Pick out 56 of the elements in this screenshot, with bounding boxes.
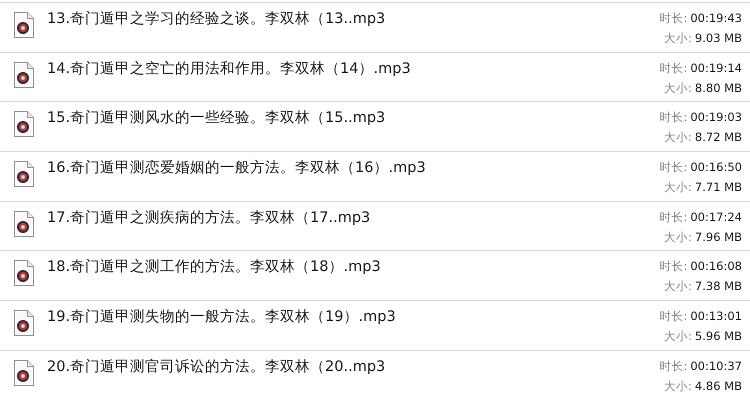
- file-row[interactable]: 15.奇门遁甲测风水的一些经验。李双林（15..mp3 时长: 00:19:03 大小: 8.72 MB: [0, 101, 750, 152]
- size-value: 9.03 MB: [694, 31, 742, 45]
- file-name: 17.奇门遁甲之测疾病的方法。李双林（17..mp3: [47, 208, 370, 228]
- file-name: 20.奇门遁甲测官司诉讼的方法。李双林（20..mp3: [47, 358, 386, 377]
- duration-label: 时长:: [659, 11, 688, 25]
- duration-value: 00:19:43: [690, 11, 742, 25]
- file-name: 18.奇门遁甲之测工作的方法。李双林（18）.mp3: [47, 258, 381, 278]
- size-label: 大小:: [664, 279, 692, 294]
- audio-file-icon: [13, 160, 35, 188]
- size-label: 大小:: [664, 230, 692, 244]
- file-row[interactable]: 20.奇门遁甲测官司诉讼的方法。李双林（20..mp3 时长: 00:10:37 大小: 4.86 MB: [0, 350, 750, 400]
- file-row[interactable]: 16.奇门遁甲测恋爱婚姻的一般方法。李双林（16）.mp3 时长: 00:16:50 大小: 7.71 MB: [0, 151, 750, 201]
- audio-file-icon: [13, 11, 35, 39]
- audio-file-icon: [13, 358, 35, 387]
- duration-value: 00:17:24: [690, 210, 742, 224]
- size-value: 7.38 MB: [694, 279, 742, 294]
- file-row[interactable]: 17.奇门遁甲之测疾病的方法。李双林（17..mp3 时长: 00:17:24 大小: 7.96 MB: [0, 200, 750, 250]
- file-name: 16.奇门遁甲测恋爱婚姻的一般方法。李双林（16）.mp3: [47, 158, 426, 178]
- file-name: 14.奇门遁甲之空亡的用法和作用。李双林（14）.mp3: [47, 60, 411, 79]
- file-row[interactable]: 18.奇门遁甲之测工作的方法。李双林（18）.mp3 时长: 00:16:08 大小: 7.38 MB: [0, 250, 750, 300]
- file-row[interactable]: 19.奇门遁甲测失物的一般方法。李双林（19）.mp3 时长: 00:13:01 大小: 5.96 MB: [0, 300, 750, 350]
- size-value: 4.86 MB: [694, 378, 742, 393]
- duration-label: 时长:: [659, 358, 688, 373]
- audio-file-icon: [13, 110, 35, 138]
- size-label: 大小:: [664, 31, 692, 45]
- duration-label: 时长:: [659, 110, 688, 124]
- file-row[interactable]: 13.奇门遁甲之学习的经验之谈。李双林（13..mp3 时长: 00:19:43 大小: 9.03 MB: [0, 2, 750, 52]
- duration-value: 00:19:03: [690, 110, 742, 124]
- size-value: 5.96 MB: [694, 329, 742, 344]
- size-value: 7.71 MB: [694, 180, 742, 194]
- size-value: 8.72 MB: [694, 130, 742, 144]
- audio-file-icon: [13, 210, 35, 238]
- audio-file-icon: [13, 259, 35, 288]
- duration-value: 00:13:01: [690, 309, 742, 324]
- file-name: 13.奇门遁甲之学习的经验之谈。李双林（13..mp3: [47, 10, 386, 29]
- duration-label: 时长:: [659, 60, 688, 75]
- size-value: 7.96 MB: [694, 230, 742, 244]
- size-label: 大小:: [664, 180, 692, 194]
- duration-label: 时长:: [659, 309, 688, 324]
- size-label: 大小:: [664, 130, 692, 144]
- file-name: 15.奇门遁甲测风水的一些经验。李双林（15..mp3: [47, 108, 386, 128]
- size-label: 大小:: [664, 80, 692, 95]
- duration-label: 时长:: [659, 210, 688, 224]
- audio-file-icon: [13, 60, 35, 89]
- duration-value: 00:16:08: [690, 259, 742, 274]
- duration-label: 时长:: [659, 259, 688, 274]
- duration-value: 00:16:50: [690, 160, 742, 174]
- size-value: 8.80 MB: [694, 80, 742, 95]
- size-label: 大小:: [664, 329, 692, 344]
- duration-value: 00:19:14: [690, 60, 742, 75]
- duration-label: 时长:: [659, 160, 688, 174]
- file-row[interactable]: 14.奇门遁甲之空亡的用法和作用。李双林（14）.mp3 时长: 00:19:14 大小: 8.80 MB: [0, 52, 750, 102]
- audio-file-icon: [13, 309, 35, 338]
- file-name: 19.奇门遁甲测失物的一般方法。李双林（19）.mp3: [47, 308, 396, 328]
- duration-value: 00:10:37: [690, 358, 742, 373]
- size-label: 大小:: [664, 378, 692, 393]
